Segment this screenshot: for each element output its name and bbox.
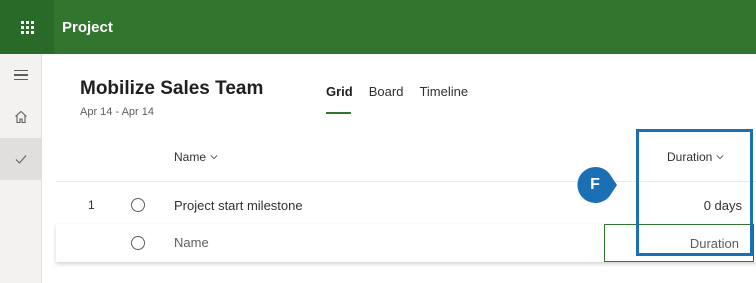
view-tabs: Grid Board Timeline xyxy=(326,84,468,114)
complete-task-checkbox[interactable] xyxy=(131,198,145,212)
left-rail xyxy=(0,54,42,283)
task-name[interactable]: Project start milestone xyxy=(174,198,303,213)
new-task-name-input[interactable]: Name xyxy=(174,235,209,250)
chevron-down-icon xyxy=(210,155,218,160)
home-icon xyxy=(15,110,27,124)
tab-timeline[interactable]: Timeline xyxy=(419,84,468,99)
menu-button[interactable] xyxy=(0,54,42,96)
new-task-checkbox[interactable] xyxy=(131,236,145,250)
plan-dates: Apr 14 - Apr 14 xyxy=(80,106,154,118)
task-number: 1 xyxy=(88,198,95,212)
checkmark-icon xyxy=(15,155,27,164)
tab-board[interactable]: Board xyxy=(369,84,404,99)
plan-title: Mobilize Sales Team xyxy=(80,78,264,99)
tab-grid[interactable]: Grid xyxy=(326,84,353,114)
home-button[interactable] xyxy=(0,96,42,138)
waffle-icon xyxy=(20,20,34,34)
callout-letter: F xyxy=(590,176,600,193)
tasks-button[interactable] xyxy=(0,138,42,180)
hamburger-icon xyxy=(14,69,28,81)
app-title: Project xyxy=(62,18,113,36)
name-column-header[interactable]: Name xyxy=(174,150,218,164)
app-header: Project xyxy=(0,0,756,54)
app-launcher-button[interactable] xyxy=(0,0,54,54)
callout-highlight-box xyxy=(636,129,753,256)
name-column-label: Name xyxy=(174,150,207,164)
